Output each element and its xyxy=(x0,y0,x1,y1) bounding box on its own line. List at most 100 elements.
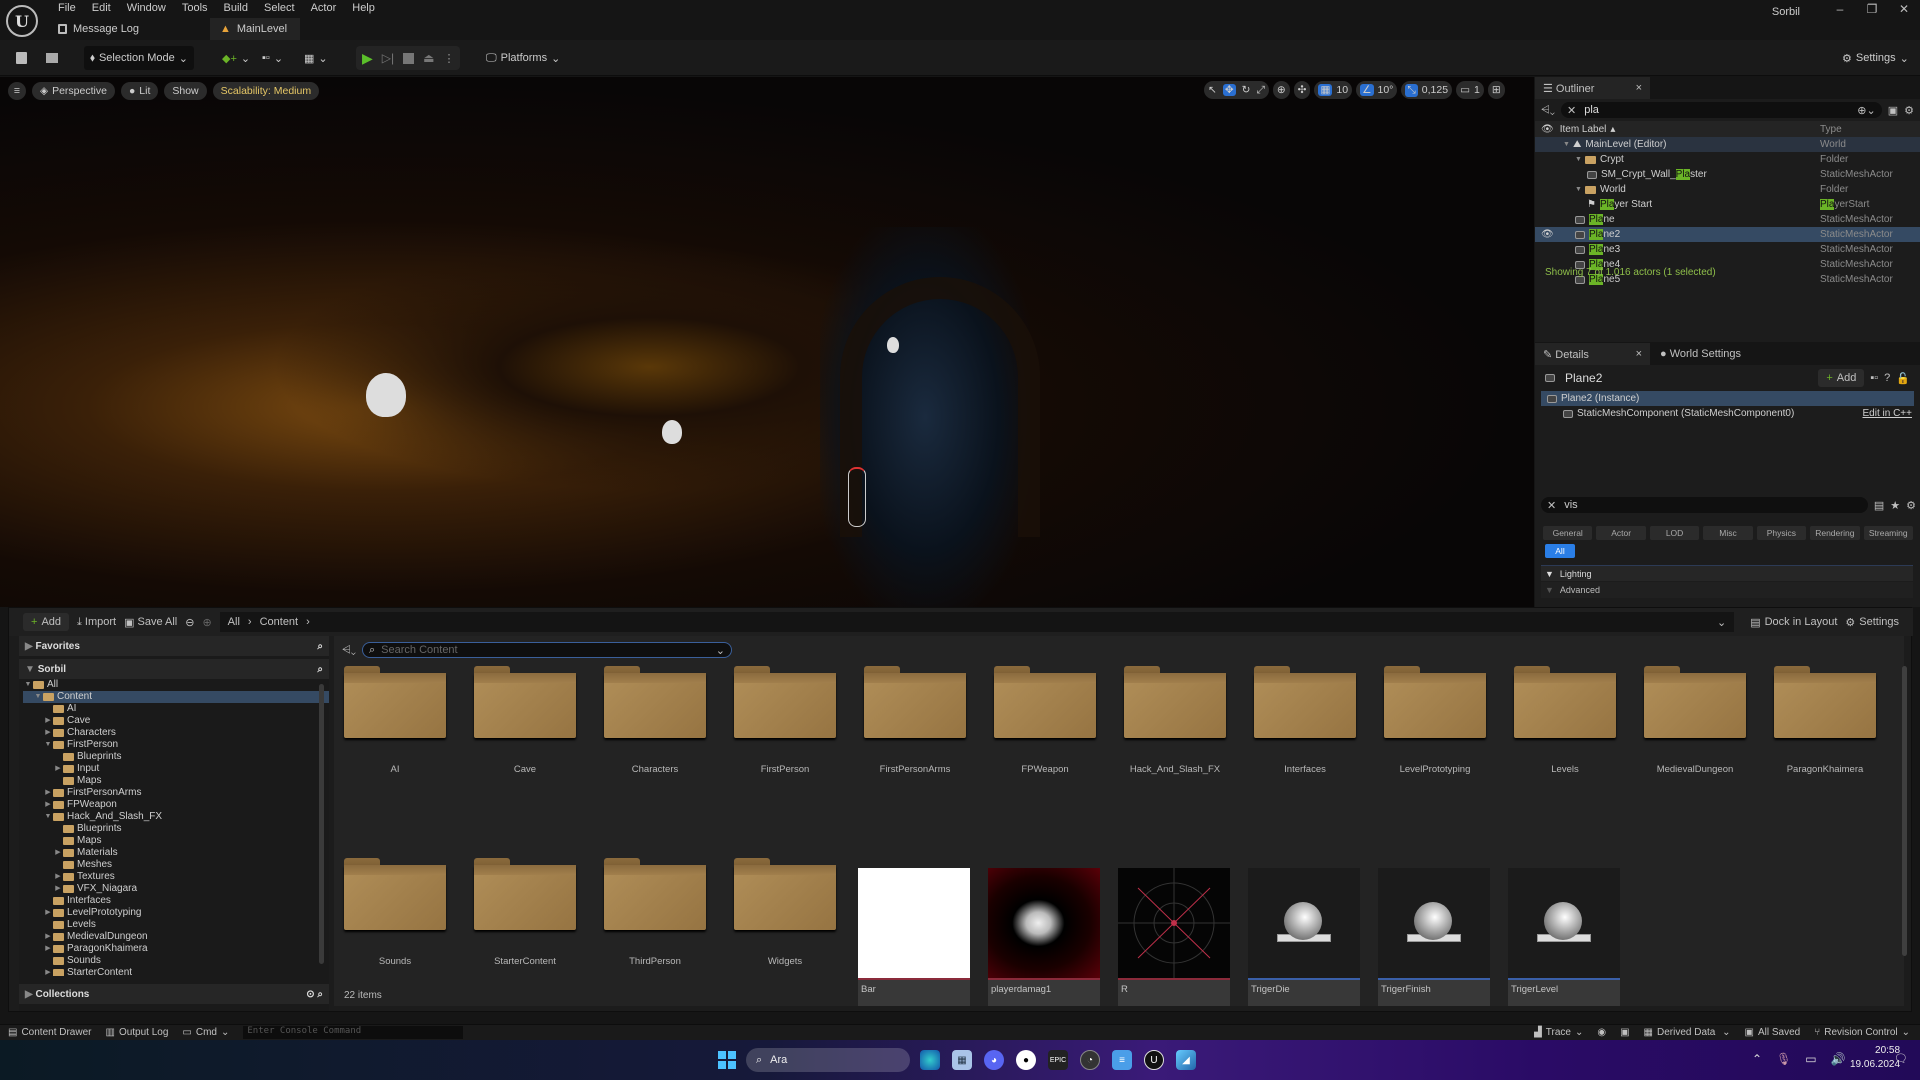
breadcrumb-all[interactable]: All xyxy=(228,616,240,628)
asset-grid-scrollbar[interactable] xyxy=(1902,666,1907,956)
tree-folder-item[interactable]: Interfaces xyxy=(23,895,329,907)
point-light-icon[interactable] xyxy=(662,420,682,444)
volume-icon[interactable]: 🔊 xyxy=(1831,1052,1846,1066)
expand-arrow-icon[interactable]: ▼ xyxy=(33,691,43,703)
expand-arrow-icon[interactable]: ▼ xyxy=(23,679,33,691)
expand-arrow-icon[interactable]: ▶ xyxy=(43,931,53,943)
category-lod-button[interactable]: LOD xyxy=(1649,526,1700,540)
expand-arrow-icon[interactable]: ▶ xyxy=(43,715,53,727)
tree-folder-item[interactable]: ▶ VFX_Niagara xyxy=(23,883,329,895)
expand-arrow-icon[interactable]: ▶ xyxy=(53,847,63,859)
content-drawer-button[interactable]: ▤ Content Drawer xyxy=(8,1027,91,1038)
github-icon[interactable]: ● xyxy=(1016,1050,1036,1070)
lock-icon[interactable]: 🔓 xyxy=(1896,372,1910,385)
clock[interactable]: 20:58 19.06.2024 xyxy=(1850,1044,1900,1072)
asset-tile[interactable]: TrigerLevel xyxy=(1508,868,1620,1006)
menu-file[interactable]: File xyxy=(50,0,84,16)
cinematics-button[interactable]: ▦ ⌄ xyxy=(298,46,334,70)
tree-folder-item[interactable]: ▶ ParagonKhaimera xyxy=(23,943,329,955)
show-button[interactable]: Show xyxy=(164,82,207,100)
outliner-row[interactable]: Plane3 StaticMeshActor xyxy=(1535,242,1920,257)
tree-folder-item[interactable]: Meshes xyxy=(23,859,329,871)
outliner-row[interactable]: ▼ World Folder xyxy=(1535,182,1920,197)
expand-arrow-icon[interactable]: ▶ xyxy=(43,799,53,811)
selection-mode-dropdown[interactable]: ⬧ Selection Mode ⌄ xyxy=(84,46,194,70)
platforms-dropdown[interactable]: 🖵 Platforms ⌄ xyxy=(480,46,566,70)
expand-arrow-icon[interactable]: ▶ xyxy=(43,967,53,976)
tab-message-log[interactable]: Message Log xyxy=(48,18,149,40)
expand-arrow-icon[interactable]: ▶ xyxy=(43,907,53,919)
viewport-menu-button[interactable]: ≡ xyxy=(8,82,26,100)
grid-snap-button[interactable]: ▦ 10 xyxy=(1314,81,1353,99)
expand-arrow-icon[interactable]: ▶ xyxy=(53,763,63,775)
console-command-input[interactable]: Enter Console Command xyxy=(243,1026,464,1039)
visibility-icon[interactable]: 👁 xyxy=(1541,229,1554,240)
derived-data-dropdown[interactable]: ▦ Derived Data ⌄ xyxy=(1644,1027,1731,1038)
search-content-input[interactable]: ⌕ Search Content ⌄ xyxy=(362,642,732,658)
folder-tile[interactable]: AI xyxy=(340,666,450,775)
outliner-search-input[interactable]: ✕ pla ⊕⌄ xyxy=(1561,102,1882,118)
close-window-button[interactable]: ✕ xyxy=(1890,2,1918,18)
more-options-icon[interactable]: ⋮ xyxy=(443,52,454,65)
folder-tile[interactable]: Hack_And_Slash_FX xyxy=(1120,666,1230,775)
dock-in-layout-button[interactable]: ▤ Dock in Layout xyxy=(1750,616,1837,629)
surface-snap-toggle[interactable]: ✣ xyxy=(1293,81,1311,99)
menu-tools[interactable]: Tools xyxy=(174,0,216,16)
menu-actor[interactable]: Actor xyxy=(303,0,345,16)
outliner-row[interactable]: SM_Crypt_Wall_Plaster StaticMeshActor xyxy=(1535,167,1920,182)
item-label-column[interactable]: Item Label xyxy=(1560,124,1607,135)
screenshot-icon[interactable]: ▣ xyxy=(1620,1027,1629,1038)
gear-icon[interactable]: ⚙ xyxy=(1906,499,1916,512)
store-app-icon[interactable]: ▦ xyxy=(952,1050,972,1070)
folder-tile[interactable]: Interfaces xyxy=(1250,666,1360,775)
tree-folder-item[interactable]: ▶ MedievalDungeon xyxy=(23,931,329,943)
section-lighting[interactable]: ▼ Lighting xyxy=(1541,565,1913,581)
rotation-snap-button[interactable]: ∠ 10° xyxy=(1356,81,1398,99)
folder-tile[interactable]: Sounds xyxy=(340,858,450,967)
expand-arrow-icon[interactable]: ▼ xyxy=(1575,156,1582,163)
tab-outliner[interactable]: ☰ Outliner × xyxy=(1535,77,1650,99)
perspective-button[interactable]: ◈ Perspective xyxy=(32,82,115,100)
expand-arrow-icon[interactable]: ▶ xyxy=(43,727,53,739)
favorites-section[interactable]: ▶ Favorites ⌕ xyxy=(19,636,329,656)
details-search-input[interactable]: ✕ vis xyxy=(1541,497,1868,513)
stop-icon[interactable] xyxy=(403,52,415,64)
edge-browser-icon[interactable] xyxy=(920,1050,940,1070)
record-icon[interactable]: ◉ xyxy=(1597,1027,1606,1038)
tree-folder-item[interactable]: ▶ StarterContent xyxy=(23,967,329,976)
outliner-row[interactable]: 👁 Plane2 StaticMeshActor xyxy=(1535,227,1920,242)
clear-search-icon[interactable]: ✕ xyxy=(1567,104,1576,117)
tree-folder-item[interactable]: Blueprints xyxy=(23,823,329,835)
outliner-row[interactable]: ▼ ⛰ MainLevel (Editor) World xyxy=(1535,137,1920,152)
folder-tile[interactable]: ParagonKhaimera xyxy=(1770,666,1880,775)
add-actor-button[interactable]: ◆+ ⌄ xyxy=(216,46,256,70)
breadcrumb-content[interactable]: Content xyxy=(260,616,299,628)
outliner-row[interactable]: ⚑ Player Start PlayerStart xyxy=(1535,197,1920,212)
menu-window[interactable]: Window xyxy=(119,0,174,16)
tree-scrollbar[interactable] xyxy=(319,684,324,964)
folder-tile[interactable]: LevelPrototyping xyxy=(1380,666,1490,775)
asset-tile[interactable]: Bar xyxy=(858,868,970,1006)
asset-tile[interactable]: TrigerDie xyxy=(1248,868,1360,1006)
tree-folder-item[interactable]: ▼ Content xyxy=(23,691,329,703)
folder-tile[interactable]: Characters xyxy=(600,666,710,775)
translate-tool-icon[interactable]: ✥ xyxy=(1222,84,1236,96)
chevron-right-icon[interactable]: › xyxy=(306,616,310,628)
add-component-button[interactable]: + Add xyxy=(1818,369,1865,387)
folder-tile[interactable]: StarterContent xyxy=(470,858,580,967)
type-column[interactable]: Type xyxy=(1820,124,1842,135)
add-filter-icon[interactable]: ⊕⌄ xyxy=(1857,104,1875,117)
new-folder-icon[interactable]: ▣ xyxy=(1888,104,1898,117)
edit-in-cpp-link[interactable]: Edit in C++ xyxy=(1863,408,1912,419)
outliner-row[interactable]: ▼ Crypt Folder xyxy=(1535,152,1920,167)
category-misc-button[interactable]: Misc xyxy=(1703,526,1753,540)
category-streaming-button[interactable]: Streaming xyxy=(1863,526,1913,540)
tab-main-level[interactable]: ▲ MainLevel xyxy=(210,18,300,40)
expand-arrow-icon[interactable]: ▼ xyxy=(1575,186,1582,193)
tree-folder-item[interactable]: ▶ Materials xyxy=(23,847,329,859)
tree-folder-item[interactable]: AI xyxy=(23,703,329,715)
eject-icon[interactable]: ⏏ xyxy=(423,51,434,65)
obs-icon[interactable]: ◔ xyxy=(1080,1050,1100,1070)
lit-button[interactable]: ● Lit xyxy=(120,82,159,100)
notifications-icon[interactable]: 🗨 xyxy=(1894,1052,1908,1065)
